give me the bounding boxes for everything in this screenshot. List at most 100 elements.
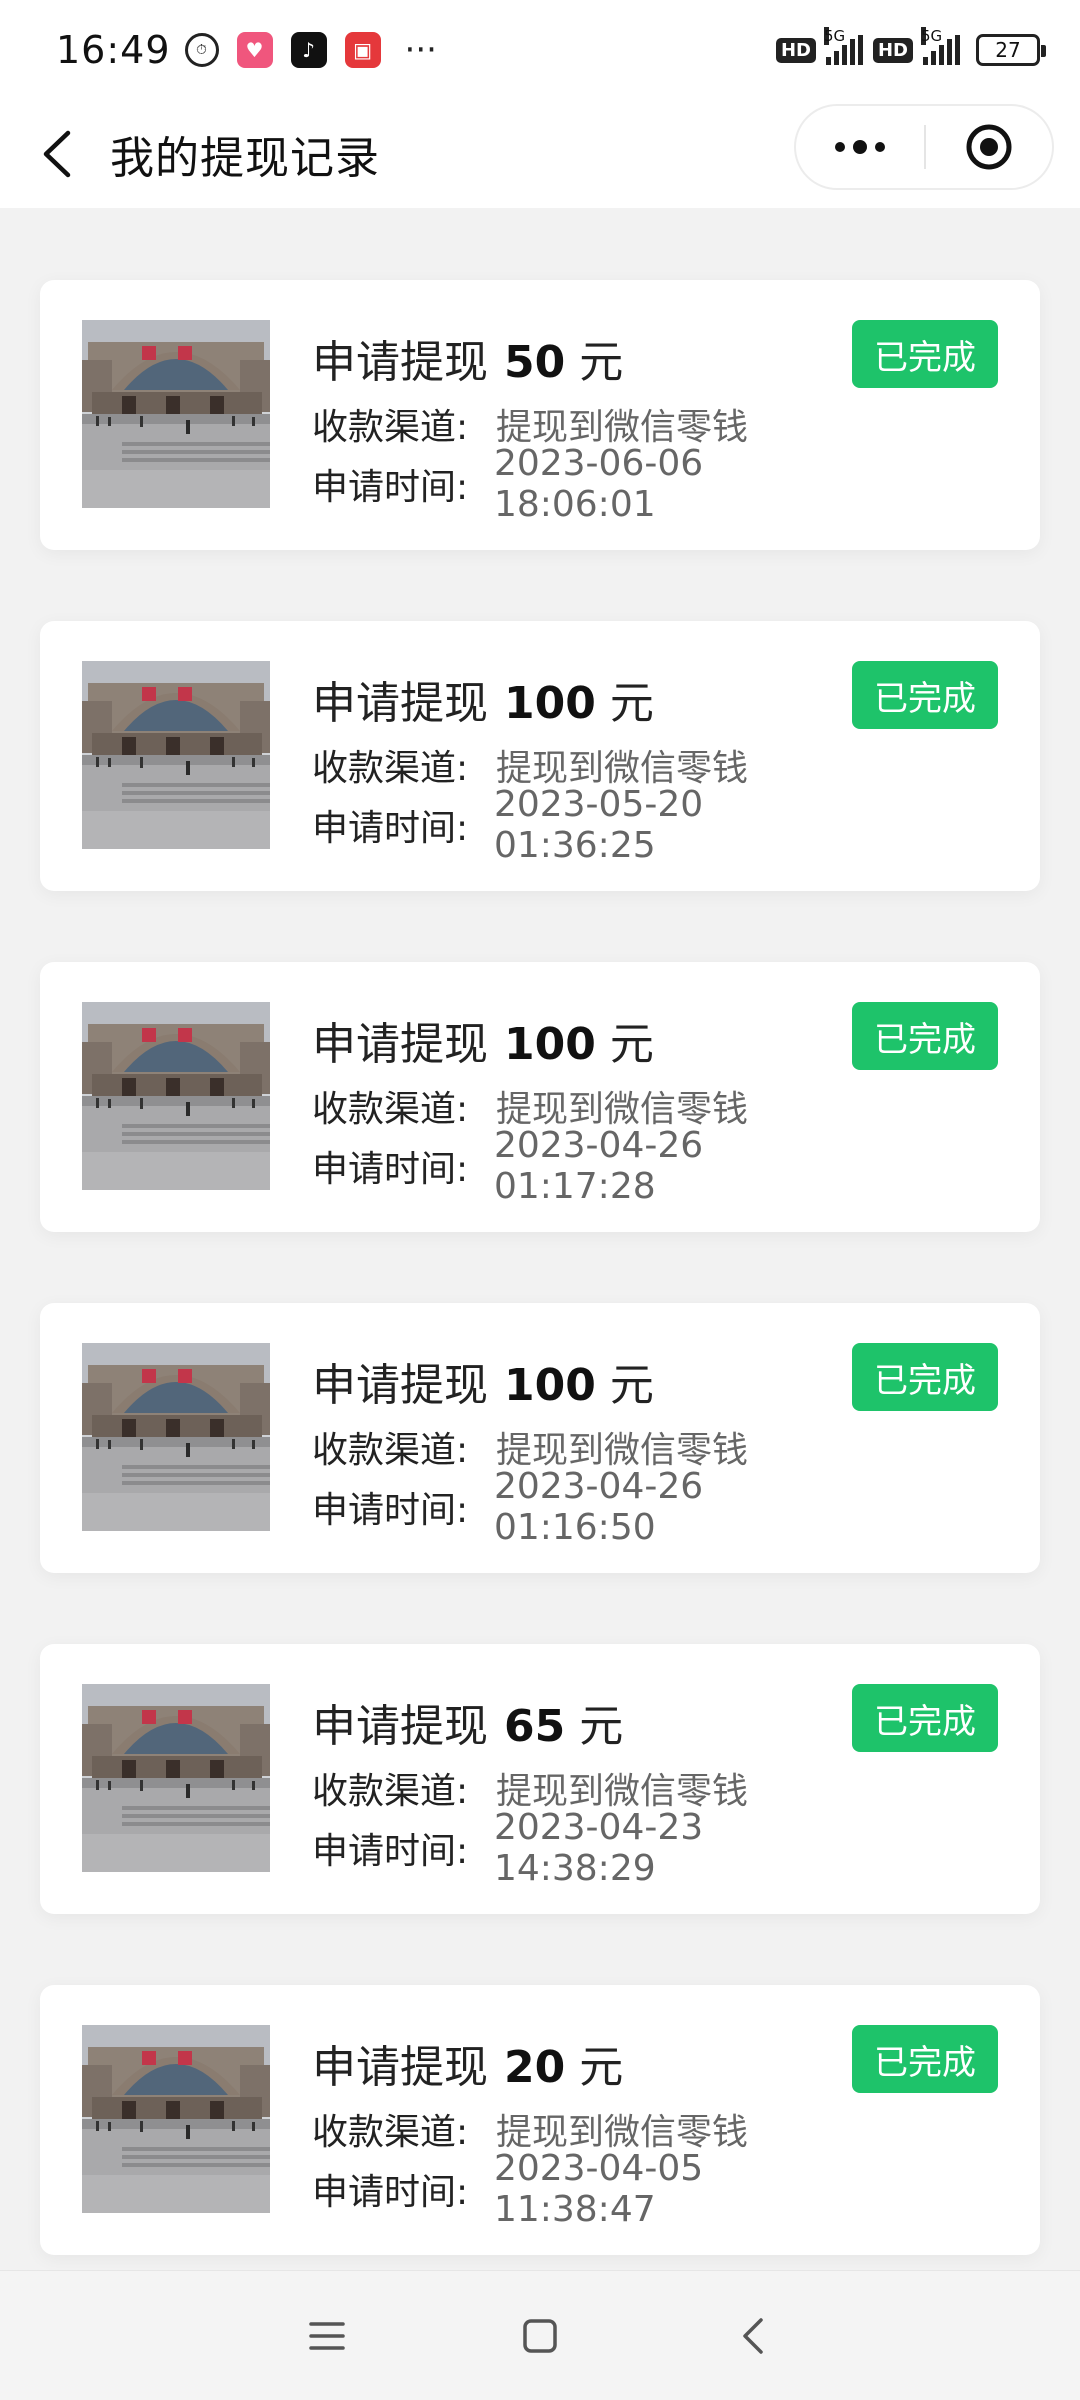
status-time: 16:49 [56,28,171,72]
channel-label: 收款渠道: [312,748,469,789]
time-value: 2023-05-20 01:36:25 [493,784,704,866]
amount-value: 100 [504,678,596,729]
target-circle-icon [966,124,1012,170]
station-image [82,2025,270,2213]
amount-unit: 元 [609,678,654,729]
hd-badge: HD [872,37,913,63]
amount-label: 申请提现 [312,2042,488,2093]
station-image [82,1684,270,1872]
back-button[interactable] [12,100,102,208]
amount-label: 申请提现 [312,1019,488,1070]
time-label: 申请时间: [312,2172,469,2213]
amount-value: 65 [504,1701,566,1752]
time-label: 申请时间: [312,1149,469,1190]
chevron-left-icon [43,130,71,178]
amount-value: 100 [504,1360,596,1411]
record-card[interactable]: 申请提现 100 元 收款渠道: 提现到微信零钱 申请时间: 2023-04-2… [40,962,1040,1232]
amount-line: 申请提现 20 元 [312,2025,872,2099]
time-value: 2023-04-23 14:38:29 [493,1807,704,1889]
record-thumbnail [82,1002,270,1190]
channel-label: 收款渠道: [312,1771,469,1812]
status-badge: 已完成 [852,320,998,388]
system-indicators: HD 5G HD 5G 27 [775,27,1046,66]
time-value: 2023-04-26 01:16:50 [493,1466,704,1548]
amount-line: 申请提现 100 元 [312,1343,872,1417]
amount-label: 申请提现 [312,1701,488,1752]
battery-icon: 27 [976,34,1046,66]
amount-unit: 元 [579,1701,624,1752]
channel-label: 收款渠道: [312,1430,469,1471]
record-card[interactable]: 申请提现 100 元 收款渠道: 提现到微信零钱 申请时间: 2023-04-2… [40,1303,1040,1573]
amount-value: 20 [504,2042,566,2093]
notification-icons: ⏱ ♥ ♪ ▣ ··· [184,30,437,70]
status-badge: 已完成 [852,1684,998,1752]
more-dots-icon [835,140,885,154]
home-button[interactable] [500,2296,580,2376]
record-card[interactable]: 申请提现 65 元 收款渠道: 提现到微信零钱 申请时间: 2023-04-23… [40,1644,1040,1914]
time-value: 2023-04-05 11:38:47 [493,2148,704,2230]
status-badge: 已完成 [852,661,998,729]
channel-label: 收款渠道: [312,2112,469,2153]
time-value: 2023-06-06 18:06:01 [493,443,704,525]
record-details: 申请提现 20 元 收款渠道: 提现到微信零钱 申请时间: 2023-04-05… [312,2025,872,2230]
record-card[interactable]: 申请提现 100 元 收款渠道: 提现到微信零钱 申请时间: 2023-05-2… [40,621,1040,891]
record-thumbnail [82,661,270,849]
status-badge: 已完成 [852,1343,998,1411]
record-card[interactable]: 申请提现 20 元 收款渠道: 提现到微信零钱 申请时间: 2023-04-05… [40,1985,1040,2255]
record-details: 申请提现 100 元 收款渠道: 提现到微信零钱 申请时间: 2023-05-2… [312,661,872,866]
status-badge: 已完成 [852,1002,998,1070]
time-label: 申请时间: [312,1831,469,1872]
time-label: 申请时间: [312,808,469,849]
chevron-left-icon [743,2317,764,2354]
status-badge: 已完成 [852,2025,998,2093]
record-card[interactable]: 申请提现 50 元 收款渠道: 提现到微信零钱 申请时间: 2023-06-06… [40,280,1040,550]
amount-line: 申请提现 65 元 [312,1684,872,1758]
signal-icon: 5G [823,27,863,65]
more-notifications-icon: ··· [404,30,437,70]
amount-label: 申请提现 [312,1360,488,1411]
record-thumbnail [82,2025,270,2213]
amount-value: 100 [504,1019,596,1070]
signal-icon: 5G [921,27,960,65]
time-line: 申请时间: 2023-04-23 14:38:29 [312,1807,872,1889]
alarm-icon: ⏱ [184,33,219,67]
amount-line: 申请提现 50 元 [312,320,872,394]
system-nav-bar [0,2270,1080,2400]
time-label: 申请时间: [312,467,469,508]
more-button[interactable] [796,106,924,188]
amount-line: 申请提现 100 元 [312,661,872,735]
close-miniprogram-button[interactable] [926,106,1052,188]
channel-label: 收款渠道: [312,1089,469,1130]
recent-apps-button[interactable] [287,2296,367,2376]
amount-value: 50 [504,337,566,388]
time-value: 2023-04-26 01:17:28 [493,1125,704,1207]
page-title: 我的提现记录 [110,133,380,184]
time-line: 申请时间: 2023-04-05 11:38:47 [312,2148,872,2230]
nav-bar: 我的提现记录 [0,100,1080,208]
station-image [82,1002,270,1190]
time-label: 申请时间: [312,1490,469,1531]
time-line: 申请时间: 2023-05-20 01:36:25 [312,784,872,866]
amount-line: 申请提现 100 元 [312,1002,872,1076]
amount-unit: 元 [609,1360,654,1411]
record-thumbnail [82,1684,270,1872]
record-thumbnail [82,320,270,508]
channel-label: 收款渠道: [312,407,469,448]
record-details: 申请提现 65 元 收款渠道: 提现到微信零钱 申请时间: 2023-04-23… [312,1684,872,1889]
time-line: 申请时间: 2023-06-06 18:06:01 [312,443,872,525]
miniprogram-capsule [794,104,1054,190]
home-square-icon [523,2318,557,2353]
station-image [82,661,270,849]
record-thumbnail [82,1343,270,1531]
status-bar: 16:49 ⏱ ♥ ♪ ▣ ··· HD 5G HD 5G 27 [0,0,1080,100]
station-image [82,320,270,508]
hd-badge: HD [775,37,816,63]
record-details: 申请提现 50 元 收款渠道: 提现到微信零钱 申请时间: 2023-06-06… [312,320,872,525]
menu-icon [308,2321,345,2350]
station-image [82,1343,270,1531]
amount-unit: 元 [579,337,624,388]
time-line: 申请时间: 2023-04-26 01:16:50 [312,1466,872,1548]
amount-unit: 元 [609,1019,654,1070]
time-line: 申请时间: 2023-04-26 01:17:28 [312,1125,872,1207]
system-back-button[interactable] [713,2296,793,2376]
